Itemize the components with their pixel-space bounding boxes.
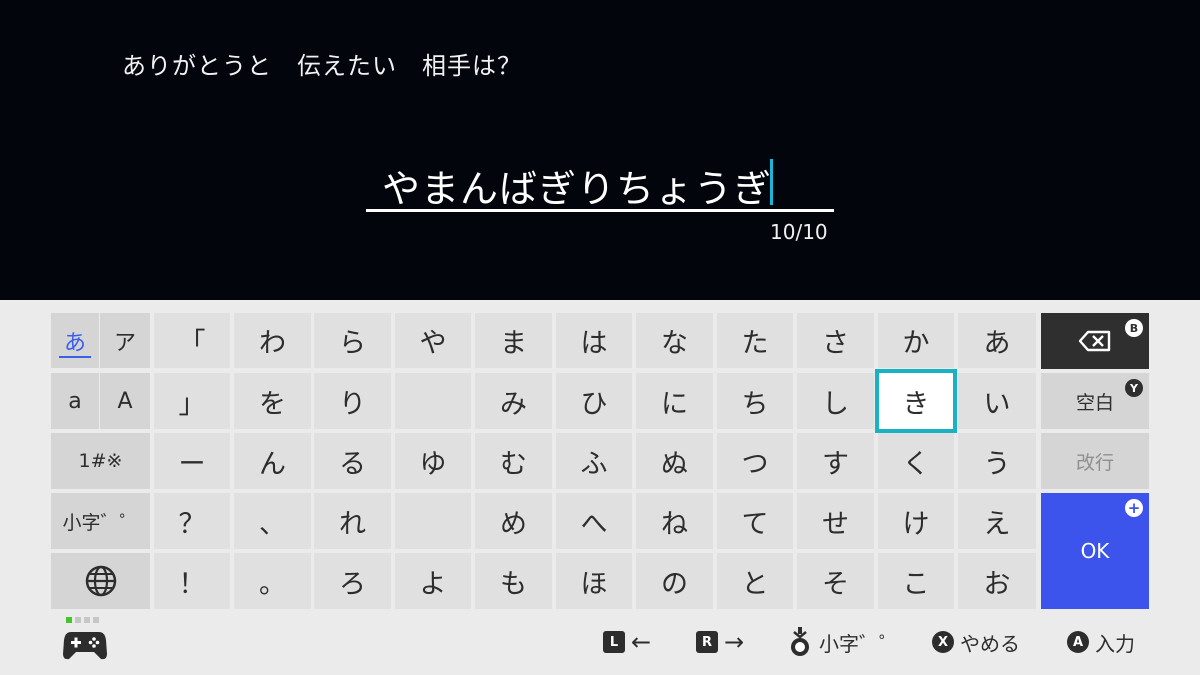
backspace-icon: [1078, 330, 1111, 352]
char-key[interactable]: こ: [878, 553, 954, 609]
char-key[interactable]: ぬ: [636, 433, 713, 489]
char-key[interactable]: ろ: [314, 553, 391, 609]
char-key[interactable]: へ: [556, 493, 632, 549]
char-key[interactable]: よ: [395, 553, 471, 609]
player-indicator: [66, 617, 99, 623]
char-key[interactable]: ゆ: [395, 433, 471, 489]
input-underline: [366, 209, 834, 212]
arrow-left-icon: ←: [631, 628, 652, 656]
button-hints: L ← R → 小字゛゜ X やめる A 入力: [0, 626, 1200, 658]
char-key[interactable]: す: [797, 433, 874, 489]
newline-key[interactable]: 改行: [1041, 433, 1149, 489]
l-button-icon: L: [603, 631, 625, 653]
empty-key: [395, 373, 471, 429]
char-key[interactable]: の: [636, 553, 713, 609]
char-key[interactable]: そ: [797, 553, 874, 609]
char-key[interactable]: う: [958, 433, 1036, 489]
char-key[interactable]: く: [878, 433, 954, 489]
prompt-text: ありがとうと 伝えたい 相手は？: [122, 52, 522, 80]
char-key[interactable]: ふ: [556, 433, 632, 489]
backspace-key[interactable]: B: [1041, 313, 1149, 369]
mode-hiragana-key[interactable]: あ: [51, 313, 99, 368]
char-key[interactable]: な: [636, 313, 713, 368]
character-counter: 10/10: [770, 220, 828, 244]
space-key[interactable]: 空白 Y: [1041, 373, 1149, 429]
mode-katakana-key[interactable]: ア: [100, 313, 150, 368]
char-key[interactable]: て: [717, 493, 793, 549]
arrow-right-icon: →: [724, 628, 745, 656]
hint-cancel[interactable]: X やめる: [932, 626, 1020, 658]
char-key[interactable]: つ: [717, 433, 793, 489]
char-key[interactable]: を: [234, 373, 311, 429]
r-button-icon: R: [696, 631, 718, 653]
char-key[interactable]: み: [475, 373, 552, 429]
char-key[interactable]: 、: [234, 493, 311, 549]
char-key[interactable]: る: [314, 433, 391, 489]
char-key[interactable]: ほ: [556, 553, 632, 609]
char-key[interactable]: め: [475, 493, 552, 549]
char-key[interactable]: し: [797, 373, 874, 429]
hint-cursor-right[interactable]: R →: [696, 626, 744, 658]
char-key[interactable]: ！: [154, 553, 230, 609]
hint-input[interactable]: A 入力: [1067, 626, 1135, 658]
text-input[interactable]: やまんばぎりちょうぎ: [366, 150, 834, 212]
char-key[interactable]: ん: [234, 433, 311, 489]
input-value: やまんばぎりちょうぎ: [381, 167, 772, 211]
char-key[interactable]: 。: [234, 553, 311, 609]
mode-symbols-key[interactable]: 1#※: [51, 433, 150, 489]
input-area: ありがとうと 伝えたい 相手は？ やまんばぎりちょうぎ 10/10: [0, 0, 1200, 300]
char-key[interactable]: む: [475, 433, 552, 489]
plus-button-badge: +: [1125, 499, 1143, 517]
mode-lowercase-key[interactable]: a: [51, 373, 99, 429]
char-key[interactable]: は: [556, 313, 632, 368]
char-key[interactable]: ？: [154, 493, 230, 549]
x-button-icon: X: [932, 631, 954, 653]
char-key[interactable]: お: [958, 553, 1036, 609]
mode-uppercase-key[interactable]: A: [100, 373, 150, 429]
ok-button[interactable]: OK +: [1041, 493, 1149, 609]
hint-small-kana[interactable]: 小字゛゜: [787, 626, 899, 658]
stick-press-icon: [791, 627, 809, 656]
char-key[interactable]: ね: [636, 493, 713, 549]
char-key[interactable]: え: [958, 493, 1036, 549]
char-key[interactable]: ひ: [556, 373, 632, 429]
char-key[interactable]: 「: [154, 313, 230, 368]
char-key[interactable]: け: [878, 493, 954, 549]
globe-icon: [85, 565, 116, 597]
char-key[interactable]: か: [878, 313, 954, 368]
y-button-badge: Y: [1125, 379, 1143, 397]
char-key[interactable]: ま: [475, 313, 552, 368]
char-key[interactable]: ら: [314, 313, 391, 368]
a-button-icon: A: [1067, 631, 1089, 653]
char-key[interactable]: と: [717, 553, 793, 609]
char-key[interactable]: ー: [154, 433, 230, 489]
char-key[interactable]: れ: [314, 493, 391, 549]
hint-cancel-label: やめる: [960, 631, 1020, 656]
text-caret: [770, 159, 773, 205]
space-label: 空白: [1075, 391, 1114, 414]
small-kana-key[interactable]: 小字゛゜: [51, 493, 150, 549]
char-key[interactable]: に: [636, 373, 713, 429]
empty-key: [395, 493, 471, 549]
char-key[interactable]: ち: [717, 373, 793, 429]
char-key[interactable]: り: [314, 373, 391, 429]
char-key[interactable]: や: [395, 313, 471, 368]
b-button-badge: B: [1125, 319, 1143, 337]
hint-input-label: 入力: [1095, 631, 1135, 656]
hint-small-kana-label: 小字゛゜: [819, 631, 899, 656]
char-key[interactable]: わ: [234, 313, 311, 368]
hint-cursor-left[interactable]: L ←: [603, 626, 651, 658]
language-key[interactable]: [51, 553, 150, 609]
char-key[interactable]: き: [875, 369, 957, 433]
char-key[interactable]: せ: [797, 493, 874, 549]
char-key[interactable]: た: [717, 313, 793, 368]
char-key[interactable]: あ: [958, 313, 1036, 368]
char-key[interactable]: い: [958, 373, 1036, 429]
char-key[interactable]: さ: [797, 313, 874, 368]
char-key[interactable]: も: [475, 553, 552, 609]
char-key[interactable]: 」: [154, 373, 230, 429]
ok-label: OK: [1080, 539, 1110, 563]
